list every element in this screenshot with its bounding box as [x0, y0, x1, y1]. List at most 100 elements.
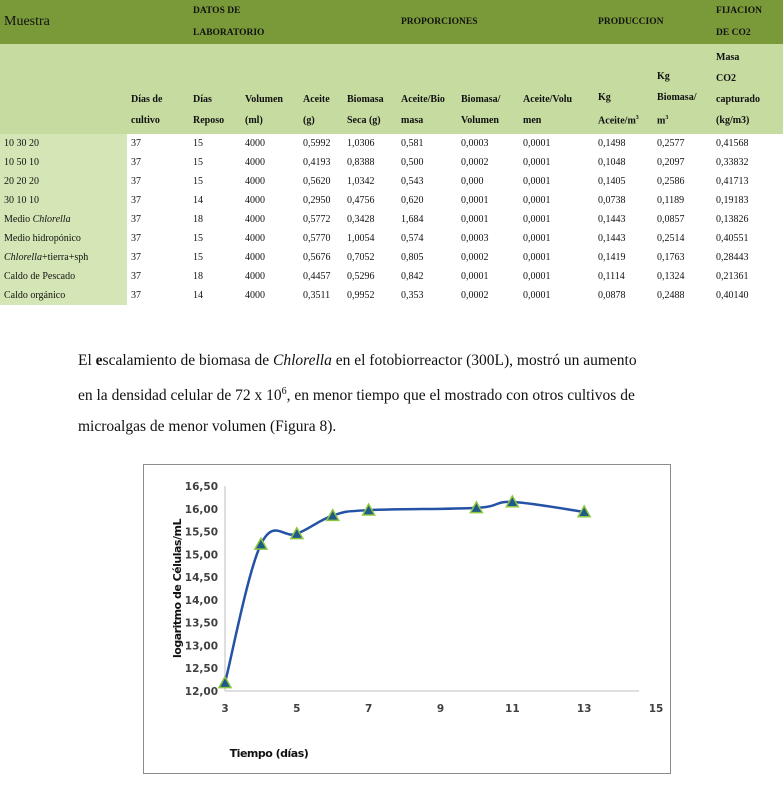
paragraph-line-2: en la densidad celular de 72 x 106, en m…	[78, 386, 635, 405]
column-header-biomasa-seca: Biomasa Seca (g)	[343, 44, 397, 134]
data-point-marker	[217, 675, 233, 689]
table-cell: 0,3428	[347, 214, 375, 225]
row-label: 10 50 10	[0, 153, 127, 172]
column-header-row: Días de cultivo Días Reposo Volumen (ml) Ac…	[0, 44, 783, 134]
column-header-masa-co2: Masa CO2 capturado (kg/m3)	[712, 44, 783, 134]
table-cell: 0,41568	[716, 138, 749, 149]
table-cell: 0,8388	[347, 157, 375, 168]
table-cell: 15	[193, 233, 203, 244]
table-row: 10 30 20 37 15 4000 0,5992 1,0306 0,581 0,0003 0…	[0, 134, 783, 153]
column-header-blank	[0, 44, 127, 134]
column-header-biomasa-volumen: Biomasa/Volumen	[457, 44, 519, 134]
header-proporciones: PROPORCIONES	[397, 0, 595, 44]
row-label: Caldo orgánico	[0, 286, 127, 305]
series-line	[223, 500, 585, 684]
table-cell: 4000	[245, 214, 265, 225]
table-row: Medio Chlorella 37 18 4000 0,5772 0,3428 1,684…	[0, 210, 783, 229]
header-muestra: Muestra	[0, 0, 127, 44]
header-fijacion: FIJACION DE CO2	[712, 0, 783, 44]
table-cell: 0,4193	[303, 157, 331, 168]
table-cell: 4000	[245, 138, 265, 149]
table-cell: 0,0002	[461, 252, 489, 263]
table-cell: 0,353	[401, 290, 424, 301]
table-cell: 0,5620	[303, 176, 331, 187]
table-cell: 37	[131, 176, 141, 187]
table-cell: 0,33832	[716, 157, 749, 168]
y-tick-label: 16,00	[185, 504, 218, 516]
table-cell: 0,2514	[657, 233, 685, 244]
table-cell: 4000	[245, 157, 265, 168]
y-tick-label: 13,50	[185, 618, 218, 630]
table-cell: 0,000	[461, 176, 484, 187]
y-tick-label: 12,00	[185, 686, 218, 698]
table-cell: 15	[193, 176, 203, 187]
table-cell: 0,0001	[461, 214, 489, 225]
table-cell: 0,0003	[461, 138, 489, 149]
header-fijacion-line2: DE CO2	[716, 28, 751, 38]
body-paragraph: El escalamiento de biomasa de Chlorella …	[78, 345, 778, 442]
table-cell: 0,581	[401, 138, 424, 149]
table-cell: 37	[131, 271, 141, 282]
column-header-dias-cultivo: Días de cultivo	[127, 44, 189, 134]
x-tick-label: 13	[577, 703, 592, 715]
table-cell: 0,1114	[598, 271, 625, 282]
table-cell: 37	[131, 214, 141, 225]
table-cell: 37	[131, 138, 141, 149]
table-cell: 0,1189	[657, 195, 685, 206]
y-tick-label: 14,50	[185, 572, 218, 584]
row-label: Medio hidropónico	[0, 229, 127, 248]
x-tick-label: 7	[365, 703, 372, 715]
table-cell: 0,40551	[716, 233, 749, 244]
table-cell: 0,4457	[303, 271, 331, 282]
table-cell: 4000	[245, 233, 265, 244]
table-cell: 37	[131, 157, 141, 168]
table-cell: 0,1763	[657, 252, 685, 263]
table-cell: 15	[193, 157, 203, 168]
table-row: Caldo orgánico 37 14 4000 0,3511 0,9952 0,353 0…	[0, 286, 783, 305]
table-cell: 0,4756	[347, 195, 375, 206]
table-cell: 0,842	[401, 271, 424, 282]
y-tick-label: 14,00	[185, 595, 218, 607]
row-label: Caldo de Pescado	[0, 267, 127, 286]
x-tick-label: 11	[505, 703, 520, 715]
column-header-aceite-volumen: Aceite/Volu men	[519, 44, 595, 134]
table-cell: 0,0001	[523, 252, 551, 263]
table-cell: 0,19183	[716, 195, 749, 206]
table-cell: 0,2577	[657, 138, 685, 149]
row-label: 20 20 20	[0, 172, 127, 191]
table-cell: 0,1443	[598, 233, 626, 244]
table-cell: 1,0342	[347, 176, 375, 187]
table-cell: 0,0002	[461, 290, 489, 301]
table-cell: 0,1498	[598, 138, 626, 149]
table-cell: 4000	[245, 176, 265, 187]
table-row: 30 10 10 37 14 4000 0,2950 0,4756 0,620 0,0001 0…	[0, 191, 783, 210]
table-row: Chlorella+tierra+sph 37 15 4000 0,5676 0,7052…	[0, 248, 783, 267]
table-cell: 0,0001	[523, 176, 551, 187]
x-axis-label: Tiempo (días)	[230, 747, 309, 760]
table-cell: 14	[193, 290, 203, 301]
table-cell: 0,0001	[461, 271, 489, 282]
figure-8-chart: 12,00 12,50 13,00 13,50 14,00 14,50 15,00 15,50…	[143, 464, 671, 774]
table-cell: 0,620	[401, 195, 424, 206]
table-cell: 0,13826	[716, 214, 749, 225]
header-blank	[127, 0, 189, 44]
table-cell: 0,5992	[303, 138, 331, 149]
row-label: 10 30 20	[0, 134, 127, 153]
table-cell: 0,2950	[303, 195, 331, 206]
table-cell: 0,1048	[598, 157, 626, 168]
table-cell: 15	[193, 138, 203, 149]
table-cell: 0,0001	[523, 138, 551, 149]
table-row: 20 20 20 37 15 4000 0,5620 1,0342 0,543 0,000 0,…	[0, 172, 783, 191]
table-cell: 0,0001	[523, 290, 551, 301]
header-datos-laboratorio: DATOS DE LABORATORIO	[189, 0, 343, 44]
column-header-kg-aceite: Kg Aceite/m3	[594, 44, 654, 134]
table-body: 10 30 20 37 15 4000 0,5992 1,0306 0,581 0,0003 0…	[0, 134, 783, 305]
table-row: Caldo de Pescado 37 18 4000 0,4457 0,5296 0,84…	[0, 267, 783, 286]
column-header-kg-biomasa: Kg Biomasa/m3	[653, 44, 713, 134]
header-datos-label: DATOS DE	[193, 6, 241, 16]
table-cell: 4000	[245, 195, 265, 206]
table-cell: 18	[193, 214, 203, 225]
y-tick-label: 15,00	[185, 549, 218, 561]
table-cell: 0,805	[401, 252, 424, 263]
table-cell: 0,2097	[657, 157, 685, 168]
